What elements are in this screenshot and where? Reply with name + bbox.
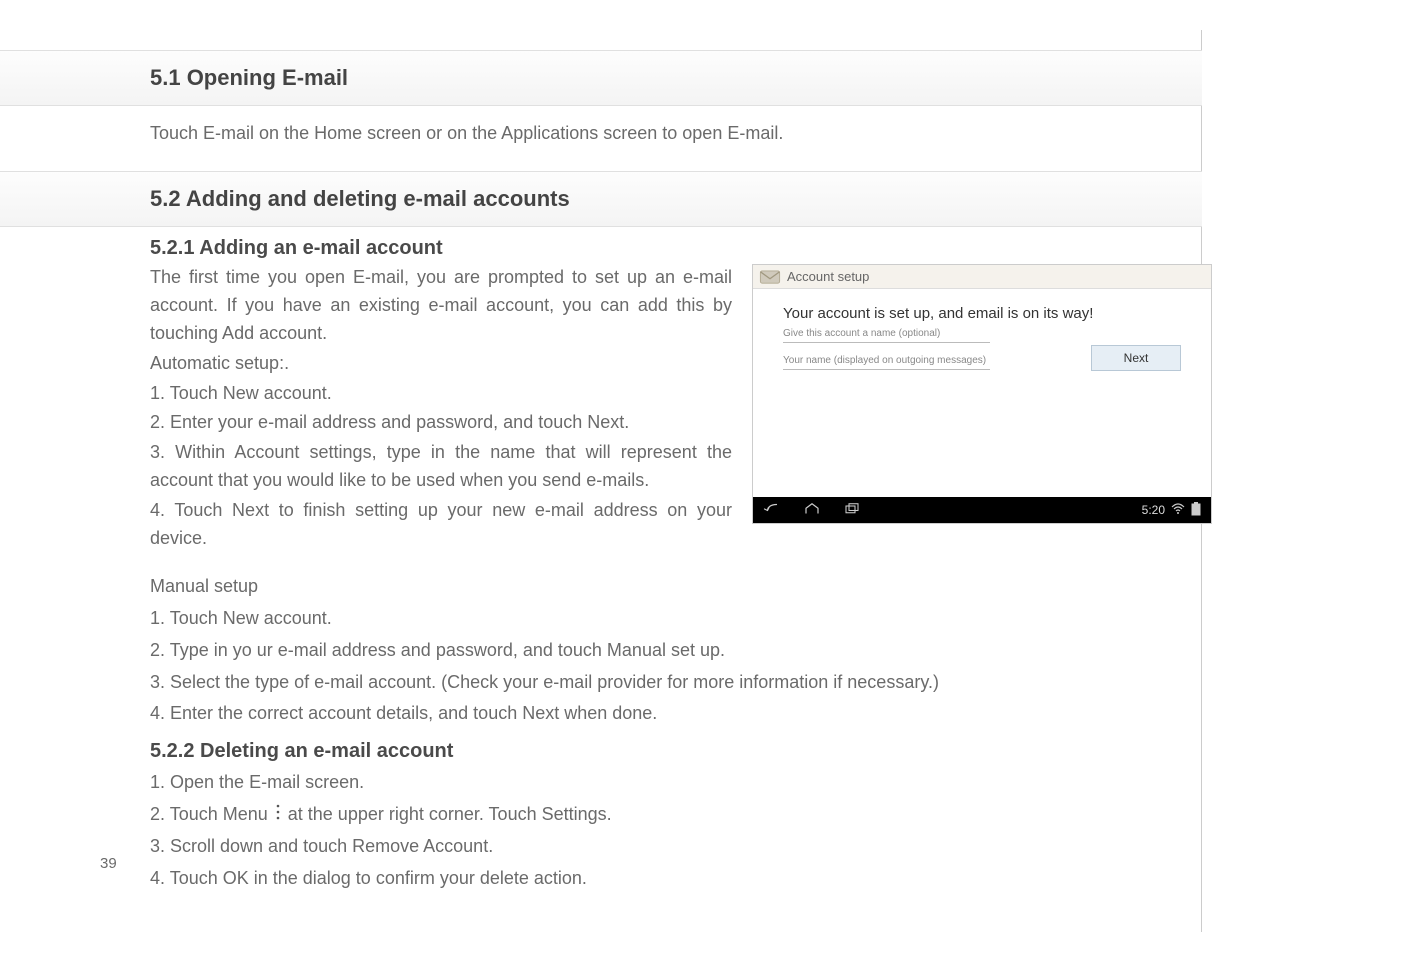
- recent-apps-icon[interactable]: [843, 502, 861, 519]
- delete-step-2: 2. Touch Menu at the upper right corner.…: [130, 799, 1182, 831]
- auto-step-1: 1. Touch New account.: [150, 380, 732, 408]
- manual-step-1: 1. Touch New account.: [130, 603, 1182, 635]
- wifi-icon: [1171, 503, 1185, 518]
- subsection-5-2-1-heading: 5.2.1 Adding an e-mail account: [130, 227, 1182, 264]
- next-button[interactable]: Next: [1091, 345, 1181, 371]
- page-number: 39: [100, 855, 117, 872]
- screenshot-nav-bar: 5:20: [753, 497, 1211, 523]
- auto-step-3: 3. Within Account settings, type in the …: [150, 439, 732, 495]
- section-5-2-heading: 5.2 Adding and deleting e-mail accounts: [0, 171, 1202, 227]
- section-5-1-body: Touch E-mail on the Home screen or on th…: [130, 106, 1182, 151]
- screenshot-main-title: Your account is set up, and email is on …: [783, 305, 1181, 322]
- screenshot-app-title: Account setup: [787, 269, 869, 284]
- delete-step-3: 3. Scroll down and touch Remove Account.: [130, 831, 1182, 863]
- subsection-5-2-2-heading: 5.2.2 Deleting an e-mail account: [130, 730, 1182, 767]
- subsection-5-2-1-body: The first time you open E-mail, you are …: [150, 264, 732, 603]
- home-icon[interactable]: [803, 502, 821, 519]
- back-icon[interactable]: [763, 502, 781, 519]
- delete-step-1: 1. Open the E-mail screen.: [130, 767, 1182, 799]
- auto-step-4: 4. Touch Next to finish setting up your …: [150, 497, 732, 553]
- account-name-field[interactable]: [783, 341, 990, 343]
- battery-icon: [1191, 502, 1201, 519]
- your-name-field[interactable]: [783, 368, 990, 370]
- screenshot-body: Your account is set up, and email is on …: [753, 289, 1211, 497]
- intro-text: The first time you open E-mail, you are …: [150, 264, 732, 348]
- manual-step-2: 2. Type in yo ur e-mail address and pass…: [130, 635, 1182, 667]
- screenshot-field1-label: Give this account a name (optional): [783, 328, 1181, 339]
- page-content: 5.1 Opening E-mail Touch E-mail on the H…: [130, 50, 1182, 895]
- manual-step-4: 4. Enter the correct account details, an…: [130, 698, 1182, 730]
- section-5-1-heading: 5.1 Opening E-mail: [0, 50, 1202, 106]
- delete-step-2-post: at the upper right corner. Touch Setting…: [288, 804, 612, 824]
- delete-step-2-pre: 2. Touch Menu: [150, 804, 273, 824]
- account-setup-screenshot: Account setup Your account is set up, an…: [752, 264, 1212, 603]
- manual-step-3: 3. Select the type of e-mail account. (C…: [130, 667, 1182, 699]
- auto-step-2: 2. Enter your e-mail address and passwor…: [150, 409, 732, 437]
- screenshot-title-bar: Account setup: [753, 265, 1211, 289]
- menu-overflow-icon: [273, 801, 283, 829]
- automatic-setup-label: Automatic setup:.: [150, 350, 732, 378]
- clock-text: 5:20: [1142, 503, 1165, 517]
- screenshot-frame: Account setup Your account is set up, an…: [752, 264, 1212, 524]
- manual-setup-label: Manual setup: [150, 573, 732, 601]
- delete-step-4: 4. Touch OK in the dialog to confirm you…: [130, 863, 1182, 895]
- mail-icon: [759, 270, 781, 284]
